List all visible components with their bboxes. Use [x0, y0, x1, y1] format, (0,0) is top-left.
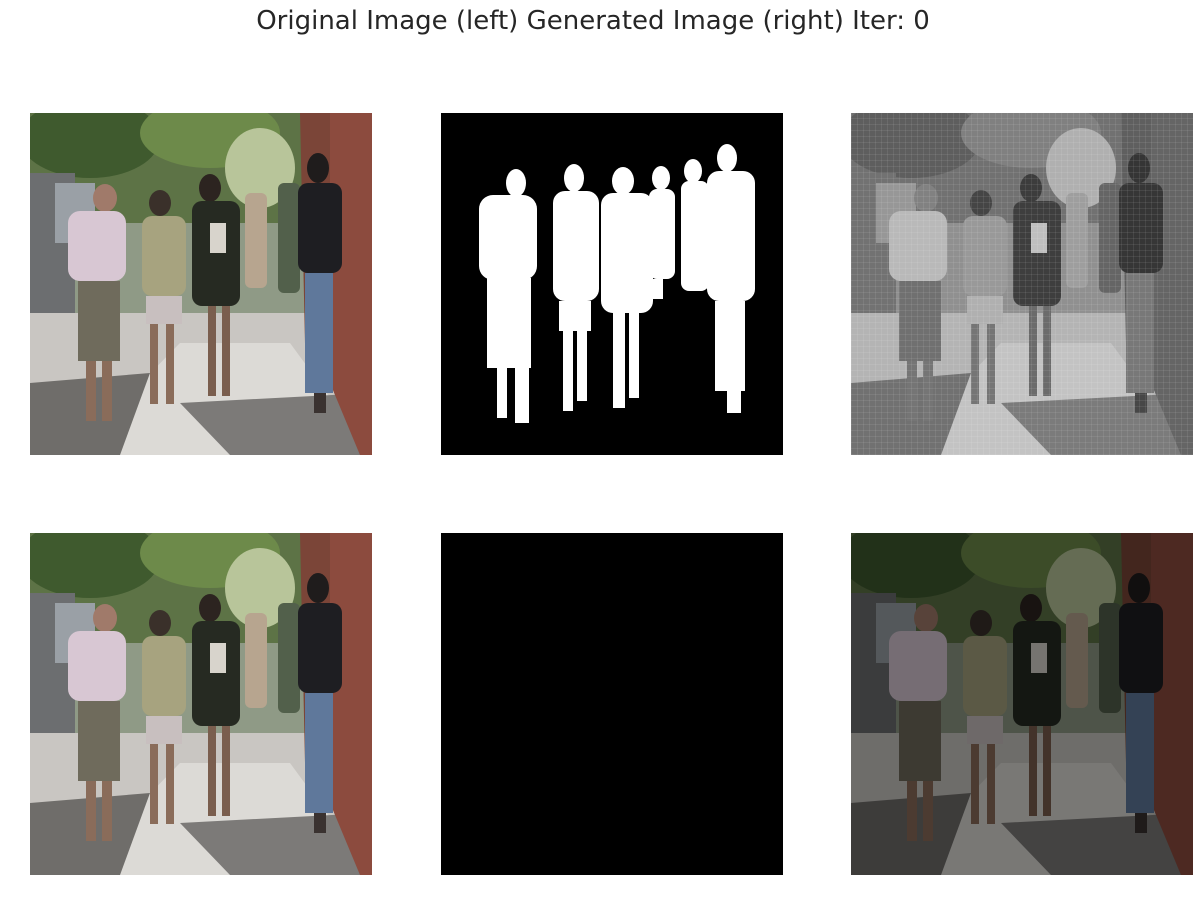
- original-image-top: [30, 113, 372, 455]
- dimmed-composite-image: [851, 533, 1193, 875]
- masked-people-image: [441, 533, 783, 875]
- person-mask-image: [441, 113, 783, 455]
- figure-title: Original Image (left) Generated Image (r…: [256, 6, 930, 36]
- generated-image: [851, 113, 1193, 455]
- original-image-bottom: [30, 533, 372, 875]
